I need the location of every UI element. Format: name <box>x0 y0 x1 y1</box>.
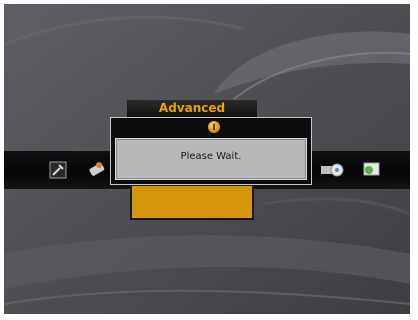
info-icon <box>208 121 220 133</box>
monitor-icon[interactable] <box>361 160 381 180</box>
tab-advanced[interactable]: Advanced <box>126 99 258 117</box>
selected-panel[interactable] <box>130 184 254 220</box>
tools-icon[interactable] <box>48 160 68 180</box>
please-wait-dialog: Please Wait. <box>110 117 312 185</box>
tv-screen: Advanced Please Wait. <box>4 4 410 314</box>
film-reel-icon[interactable] <box>320 160 344 180</box>
dialog-message: Please Wait. <box>180 151 242 162</box>
message-box: Please Wait. <box>115 138 307 180</box>
remote-icon[interactable] <box>86 160 106 180</box>
